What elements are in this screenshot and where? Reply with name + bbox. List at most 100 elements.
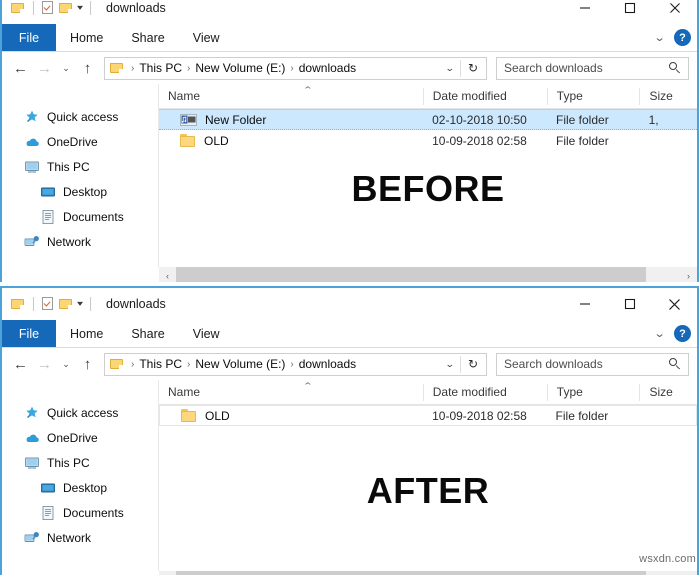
- horizontal-scrollbar[interactable]: ‹ ›: [159, 571, 697, 575]
- back-button[interactable]: ←: [10, 56, 31, 80]
- scroll-left-arrow-icon[interactable]: ‹: [159, 267, 176, 282]
- horizontal-scrollbar[interactable]: ‹ ›: [159, 267, 697, 282]
- window-title: downloads: [106, 1, 166, 15]
- address-dropdown-icon[interactable]: ⌄: [440, 63, 460, 74]
- sidebar-item-quick-access[interactable]: Quick access: [2, 104, 158, 129]
- breadcrumb-this-pc[interactable]: This PC: [139, 357, 182, 371]
- column-headers: Name Date modified Type Size ⌃: [159, 380, 697, 405]
- window-body: Quick access OneDrive This PC Desktop Do…: [2, 84, 697, 267]
- window-body: Quick access OneDrive This PC Desktop Do…: [2, 380, 697, 571]
- sidebar-item-documents[interactable]: Documents: [2, 500, 158, 525]
- column-header-name[interactable]: Name: [159, 384, 423, 401]
- breadcrumb-downloads[interactable]: downloads: [299, 61, 356, 75]
- tab-view[interactable]: View: [179, 320, 234, 347]
- address-bar[interactable]: › This PC › New Volume (E:) › downloads …: [104, 56, 487, 80]
- scroll-right-arrow-icon[interactable]: ›: [680, 571, 697, 575]
- sidebar-item-quick-access[interactable]: Quick access: [2, 400, 158, 425]
- properties-icon[interactable]: [42, 297, 54, 311]
- file-date-cell: 02-10-2018 10:50: [432, 112, 527, 127]
- customize-qat-caret-icon[interactable]: ▾: [77, 300, 83, 308]
- folder-icon[interactable]: [11, 298, 25, 310]
- scrollbar-thumb[interactable]: [176, 571, 646, 575]
- new-folder-icon[interactable]: [59, 2, 73, 14]
- column-header-type[interactable]: Type: [546, 383, 640, 401]
- table-row[interactable]: New Folder 02-10-2018 10:50 File folder …: [159, 109, 697, 130]
- minimize-button[interactable]: [562, 0, 607, 24]
- help-icon[interactable]: ?: [674, 29, 691, 46]
- sidebar-item-network[interactable]: Network: [2, 525, 158, 550]
- scrollbar-track[interactable]: [176, 571, 680, 575]
- column-header-size[interactable]: Size: [639, 383, 697, 401]
- table-row[interactable]: OLD 10-09-2018 02:58 File folder: [159, 405, 697, 426]
- up-button[interactable]: ↑: [77, 56, 98, 80]
- breadcrumb-downloads[interactable]: downloads: [299, 357, 356, 371]
- refresh-icon[interactable]: ↻: [463, 357, 483, 371]
- sidebar-item-desktop[interactable]: Desktop: [2, 179, 158, 204]
- sidebar-item-network[interactable]: Network: [2, 229, 158, 254]
- sidebar-item-documents[interactable]: Documents: [2, 204, 158, 229]
- quick-access-toolbar: ▾ downloads: [2, 0, 166, 24]
- back-button[interactable]: ←: [10, 352, 31, 376]
- chevron-down-icon[interactable]: ⌄: [653, 327, 665, 340]
- chevron-down-icon[interactable]: ⌄: [653, 31, 665, 44]
- column-header-type[interactable]: Type: [546, 87, 640, 105]
- document-icon: [40, 505, 56, 521]
- scroll-right-arrow-icon[interactable]: ›: [680, 267, 697, 282]
- search-placeholder: Search downloads: [504, 357, 603, 371]
- new-folder-icon[interactable]: [59, 298, 73, 310]
- customize-qat-caret-icon[interactable]: ▾: [77, 4, 83, 12]
- close-button[interactable]: [652, 0, 697, 24]
- sidebar-item-onedrive[interactable]: OneDrive: [2, 129, 158, 154]
- sidebar-item-desktop[interactable]: Desktop: [2, 475, 158, 500]
- explorer-window-after: ▾ downloads File Home Share View ⌄ ? ← →…: [0, 286, 699, 575]
- tab-share[interactable]: Share: [117, 320, 178, 347]
- help-icon[interactable]: ?: [674, 325, 691, 342]
- sidebar-item-label: Quick access: [47, 405, 119, 420]
- up-button[interactable]: ↑: [77, 352, 98, 376]
- column-header-date-modified[interactable]: Date modified: [422, 87, 547, 105]
- maximize-button[interactable]: [607, 0, 652, 24]
- address-bar[interactable]: › This PC › New Volume (E:) › downloads …: [104, 352, 487, 376]
- column-header-name[interactable]: Name: [159, 88, 423, 105]
- file-type-cell: File folder: [555, 408, 609, 423]
- folder-icon[interactable]: [11, 2, 25, 14]
- window-controls: [562, 0, 697, 24]
- scroll-left-arrow-icon[interactable]: ‹: [159, 571, 176, 575]
- maximize-button[interactable]: [607, 288, 652, 320]
- sidebar-item-this-pc[interactable]: This PC: [2, 450, 158, 475]
- navigation-pane: Quick access OneDrive This PC Desktop Do…: [2, 84, 159, 267]
- close-button[interactable]: [652, 288, 697, 320]
- recent-locations-button[interactable]: ⌄: [58, 56, 74, 80]
- file-type-cell: File folder: [556, 112, 609, 127]
- breadcrumb-this-pc[interactable]: This PC: [139, 61, 182, 75]
- table-row[interactable]: OLD 10-09-2018 02:58 File folder: [159, 130, 697, 151]
- tab-file[interactable]: File: [2, 24, 56, 51]
- quick-access-toolbar: ▾ downloads: [2, 288, 166, 320]
- forward-button[interactable]: →: [34, 56, 55, 80]
- tab-home[interactable]: Home: [56, 24, 117, 51]
- breadcrumb-new-volume[interactable]: New Volume (E:): [195, 61, 285, 75]
- search-input[interactable]: Search downloads: [496, 56, 689, 80]
- scrollbar-thumb[interactable]: [176, 267, 646, 282]
- window-controls: [562, 288, 697, 320]
- address-dropdown-icon[interactable]: ⌄: [440, 359, 460, 370]
- tab-file[interactable]: File: [2, 320, 56, 347]
- search-input[interactable]: Search downloads: [496, 352, 689, 376]
- tab-view[interactable]: View: [179, 24, 234, 51]
- properties-icon[interactable]: [42, 1, 54, 15]
- file-list-pane: Name Date modified Type Size ⌃ OLD 10-09…: [159, 380, 697, 571]
- refresh-icon[interactable]: ↻: [463, 61, 483, 75]
- tab-share[interactable]: Share: [117, 24, 178, 51]
- scrollbar-track[interactable]: [176, 267, 680, 282]
- breadcrumb-separator-2: ›: [290, 358, 294, 370]
- column-header-date-modified[interactable]: Date modified: [422, 383, 547, 401]
- minimize-button[interactable]: [562, 288, 607, 320]
- sidebar-item-this-pc[interactable]: This PC: [2, 154, 158, 179]
- tab-home[interactable]: Home: [56, 320, 117, 347]
- file-size-cell: 1,: [648, 112, 659, 127]
- forward-button[interactable]: →: [34, 352, 55, 376]
- column-header-size[interactable]: Size: [639, 87, 697, 105]
- breadcrumb-new-volume[interactable]: New Volume (E:): [195, 357, 285, 371]
- recent-locations-button[interactable]: ⌄: [58, 352, 74, 376]
- sidebar-item-onedrive[interactable]: OneDrive: [2, 425, 158, 450]
